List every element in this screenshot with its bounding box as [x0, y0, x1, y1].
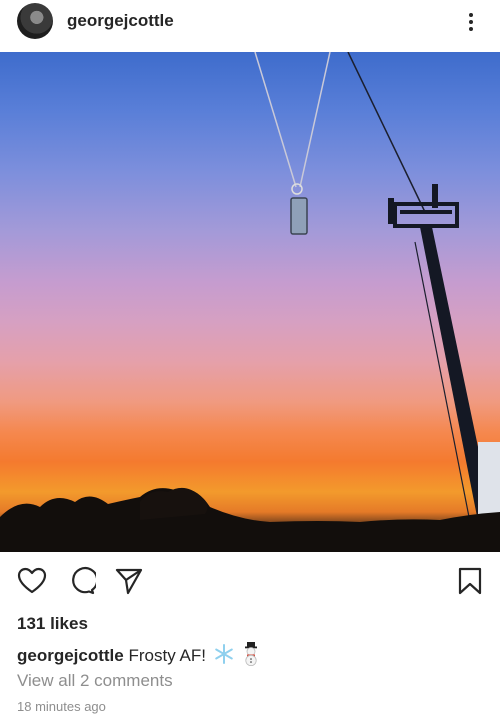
post-header: georgejcottle [0, 0, 500, 44]
snowman-icon [245, 642, 258, 667]
likes-count[interactable]: 131 likes [17, 614, 88, 634]
snowflake-icon [214, 644, 233, 664]
bookmark-icon[interactable] [455, 566, 485, 596]
action-bar [0, 560, 500, 604]
view-comments-link[interactable]: View all 2 comments [17, 671, 173, 691]
caption-text: Frosty AF! [128, 646, 206, 665]
post-timestamp: 18 minutes ago [17, 699, 106, 714]
comment-icon[interactable] [66, 566, 99, 596]
caption-username[interactable]: georgejcottle [17, 646, 124, 665]
more-options-icon[interactable] [460, 8, 482, 36]
heart-icon[interactable] [17, 566, 47, 596]
caption: georgejcottle Frosty AF! [17, 642, 261, 667]
avatar[interactable] [17, 3, 53, 39]
post-username[interactable]: georgejcottle [67, 11, 174, 31]
share-icon[interactable] [114, 566, 144, 596]
post-photo[interactable] [0, 52, 500, 552]
sunset-scene [0, 52, 500, 552]
